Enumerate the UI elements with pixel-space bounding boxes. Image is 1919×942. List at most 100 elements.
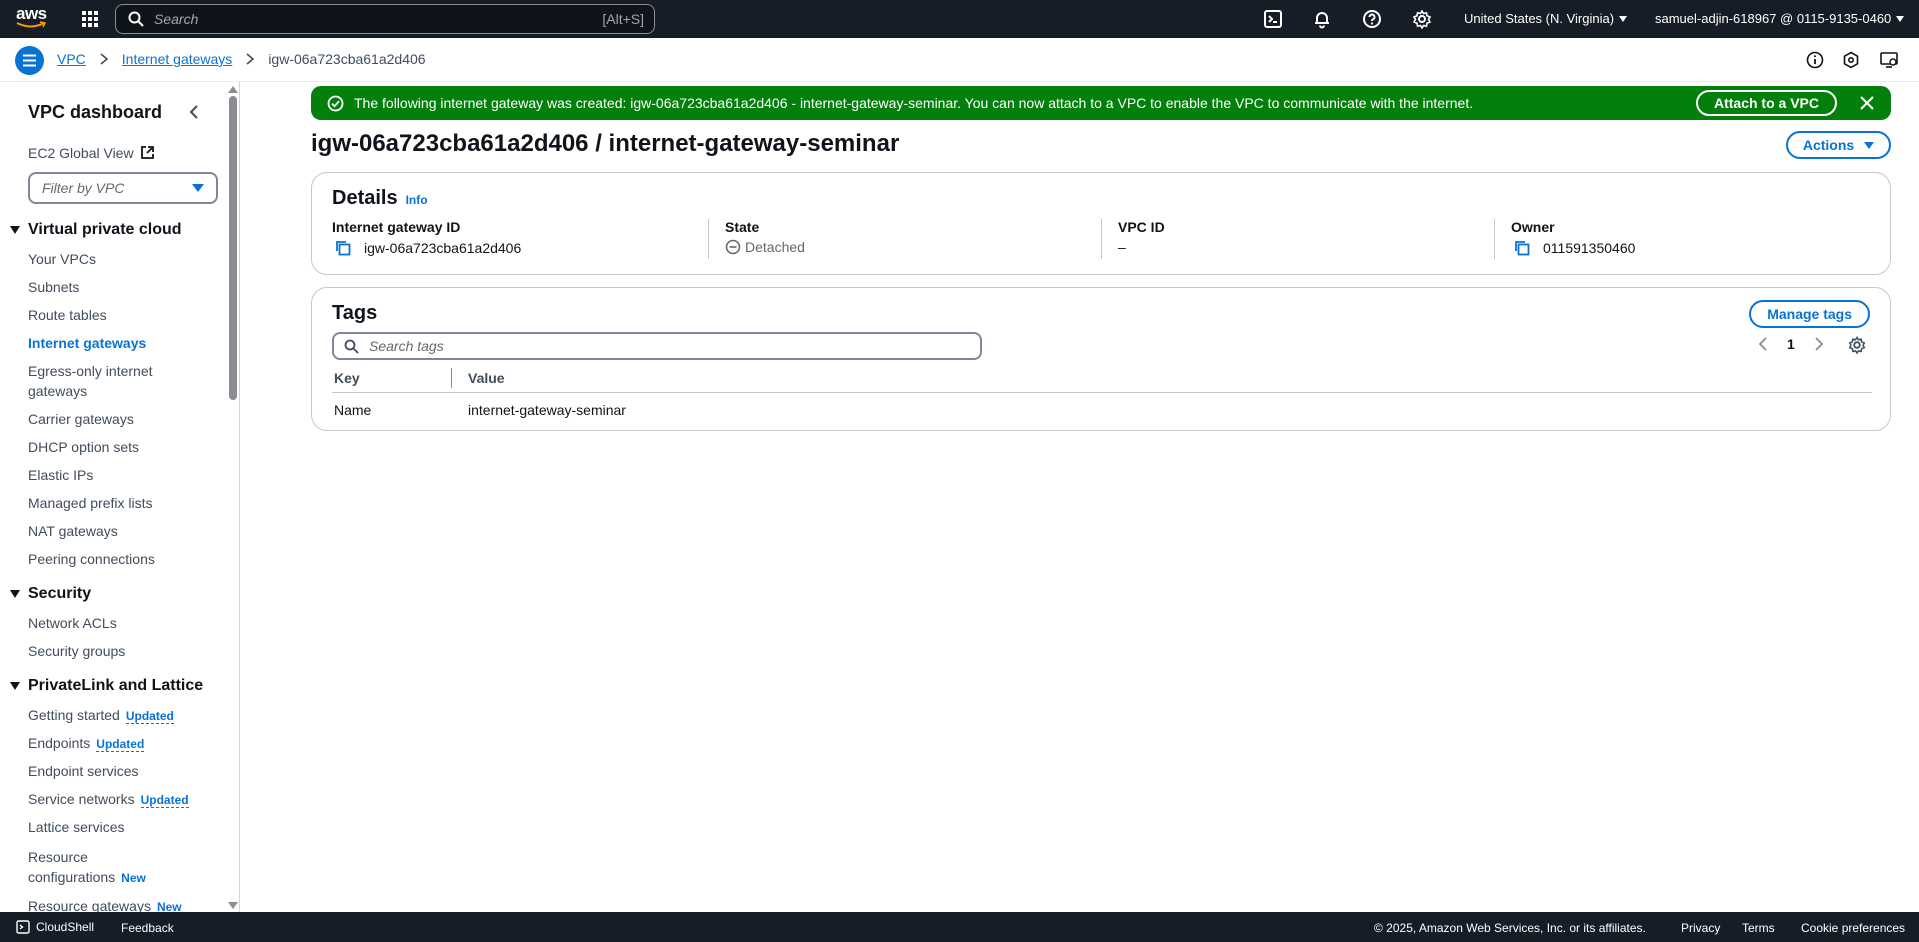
tag-value-cell: internet-gateway-seminar: [468, 402, 626, 418]
tags-container: Tags Manage tags Search tags 1 Key Value…: [311, 287, 1891, 431]
services-grid-icon[interactable]: [80, 9, 100, 29]
copy-icon[interactable]: [1513, 239, 1531, 257]
sidebar-item-label: Endpoints: [28, 735, 91, 751]
details-heading: Details Info: [332, 187, 428, 210]
top-navigation: aws Search [Alt+S] United States (N. Vir…: [0, 0, 1919, 38]
details-heading-text: Details: [332, 187, 398, 209]
sidebar-scrollbar-thumb[interactable]: [229, 96, 237, 400]
copy-icon[interactable]: [334, 239, 352, 257]
cookie-preferences-link[interactable]: Cookie preferences: [1801, 921, 1905, 935]
state-value: Detached: [745, 239, 805, 255]
section-title: PrivateLink and Lattice: [28, 677, 204, 694]
field-vpc-id: VPC ID –: [1118, 219, 1165, 255]
actions-dropdown-button[interactable]: Actions: [1786, 131, 1891, 159]
privacy-link[interactable]: Privacy: [1681, 921, 1720, 935]
feedback-link[interactable]: Feedback: [121, 921, 174, 935]
next-page-chevron-right-icon[interactable]: [1813, 336, 1825, 352]
new-badge: New: [156, 900, 182, 912]
sidebar-item-internet-gateways[interactable]: Internet gateways: [28, 333, 146, 353]
sidebar-item-egress-only-internet-gateways[interactable]: Egress-only internet gateways: [28, 361, 153, 401]
sidebar-item-peering-connections[interactable]: Peering connections: [28, 549, 155, 569]
sidebar-item-resource-configurations[interactable]: Resource configurations New: [28, 847, 146, 888]
sidebar-item-endpoint-services[interactable]: Endpoint services: [28, 761, 139, 781]
search-icon: [344, 339, 359, 354]
display-settings-icon[interactable]: [1879, 50, 1899, 70]
sidebar-item-carrier-gateways[interactable]: Carrier gateways: [28, 409, 134, 429]
search-tags-input[interactable]: Search tags: [332, 332, 982, 360]
cloudshell-icon[interactable]: [1263, 9, 1283, 29]
chevron-right-icon: [100, 53, 109, 65]
previous-page-chevron-left-icon[interactable]: [1757, 336, 1769, 352]
sidebar-item-getting-started[interactable]: Getting started Updated: [28, 705, 174, 726]
menu-toggle-button[interactable]: [15, 46, 44, 75]
success-check-icon: [327, 95, 344, 111]
sidebar-item-subnets[interactable]: Subnets: [28, 277, 79, 297]
caret-down-icon: [10, 226, 20, 234]
actions-label: Actions: [1802, 137, 1855, 153]
sidebar-item-elastic-ips[interactable]: Elastic IPs: [28, 465, 93, 485]
section-privatelink-and-lattice[interactable]: PrivateLink and Lattice: [10, 677, 203, 695]
external-link-icon: [140, 146, 154, 159]
help-icon[interactable]: [1362, 9, 1382, 29]
sidebar-item-resource-gateways[interactable]: Resource gateways New: [28, 896, 182, 912]
filter-by-vpc-select[interactable]: Filter by VPC: [28, 172, 218, 204]
scroll-down-arrow-icon[interactable]: [228, 902, 238, 909]
breadcrumb-vpc[interactable]: VPC: [57, 51, 86, 67]
info-link[interactable]: Info: [406, 193, 428, 207]
sidebar-item-label: Resource gateways: [28, 898, 151, 912]
details-container: Details Info Internet gateway ID igw-06a7…: [311, 172, 1891, 275]
column-resizer[interactable]: [451, 368, 452, 388]
account-menu[interactable]: samuel-adjin-618967 @ 0115-9135-0460: [1655, 11, 1905, 26]
cloudshell-icon: [16, 920, 30, 934]
field-label: VPC ID: [1118, 219, 1165, 235]
sidebar-item-route-tables[interactable]: Route tables: [28, 305, 107, 325]
close-sidebar-chevron-left-icon[interactable]: [186, 104, 202, 120]
field-label: State: [725, 219, 760, 235]
sidebar-item-service-networks[interactable]: Service networks Updated: [28, 789, 189, 810]
sidebar-item-lattice-services[interactable]: Lattice services: [28, 817, 124, 837]
internet-gateway-id-value: igw-06a723cba61a2d406: [364, 240, 522, 256]
scroll-up-arrow-icon[interactable]: [228, 86, 238, 93]
table-preferences-gear-icon[interactable]: [1847, 335, 1867, 355]
info-icon[interactable]: [1805, 50, 1825, 70]
caret-down-icon: [1864, 141, 1875, 149]
section-virtual-private-cloud[interactable]: Virtual private cloud: [10, 221, 182, 239]
cloudshell-button[interactable]: CloudShell: [16, 920, 94, 934]
column-header-value[interactable]: Value: [468, 370, 505, 386]
settings-gear-icon[interactable]: [1412, 9, 1432, 29]
current-page-number[interactable]: 1: [1787, 336, 1795, 352]
close-icon[interactable]: [1859, 95, 1875, 111]
sidebar-item-nat-gateways[interactable]: NAT gateways: [28, 521, 118, 541]
section-security[interactable]: Security: [10, 585, 91, 603]
breadcrumb-internet-gateways[interactable]: Internet gateways: [122, 51, 233, 67]
field-value: 011591350460: [1511, 239, 1635, 257]
aws-logo[interactable]: aws: [16, 5, 50, 33]
field-value: Detached: [725, 239, 805, 255]
global-search-input[interactable]: Search [Alt+S]: [115, 4, 655, 34]
field-value: –: [1118, 239, 1165, 255]
hamburger-icon: [23, 54, 36, 67]
section-title: Security: [28, 585, 92, 602]
sidebar-title[interactable]: VPC dashboard: [28, 102, 162, 123]
sidebar-item-endpoints[interactable]: Endpoints Updated: [28, 733, 145, 754]
terms-link[interactable]: Terms: [1742, 921, 1775, 935]
column-divider: [708, 219, 709, 259]
attach-to-vpc-button[interactable]: Attach to a VPC: [1695, 90, 1837, 116]
sidebar-item-your-vpcs[interactable]: Your VPCs: [28, 249, 96, 269]
manage-tags-button[interactable]: Manage tags: [1749, 300, 1870, 328]
caret-down-icon: [10, 590, 20, 598]
sidebar-item-label: Egress-only internet: [28, 363, 153, 379]
sidebar-item-dhcp-option-sets[interactable]: DHCP option sets: [28, 437, 139, 457]
sidebar-item-label: Resource: [28, 849, 88, 865]
filter-placeholder: Filter by VPC: [42, 180, 125, 196]
sidebar-item-security-groups[interactable]: Security groups: [28, 641, 125, 661]
column-header-key[interactable]: Key: [334, 370, 360, 386]
feedback-hexagon-icon[interactable]: [1841, 50, 1861, 70]
sidebar-item-ec2-global-view[interactable]: EC2 Global View: [28, 145, 155, 161]
field-label: Internet gateway ID: [332, 219, 461, 235]
region-selector[interactable]: United States (N. Virginia): [1464, 11, 1628, 26]
sidebar-item-network-acls[interactable]: Network ACLs: [28, 613, 117, 633]
notifications-bell-icon[interactable]: [1312, 9, 1332, 29]
sidebar-item-managed-prefix-lists[interactable]: Managed prefix lists: [28, 493, 153, 513]
pagination: 1: [1757, 336, 1825, 352]
